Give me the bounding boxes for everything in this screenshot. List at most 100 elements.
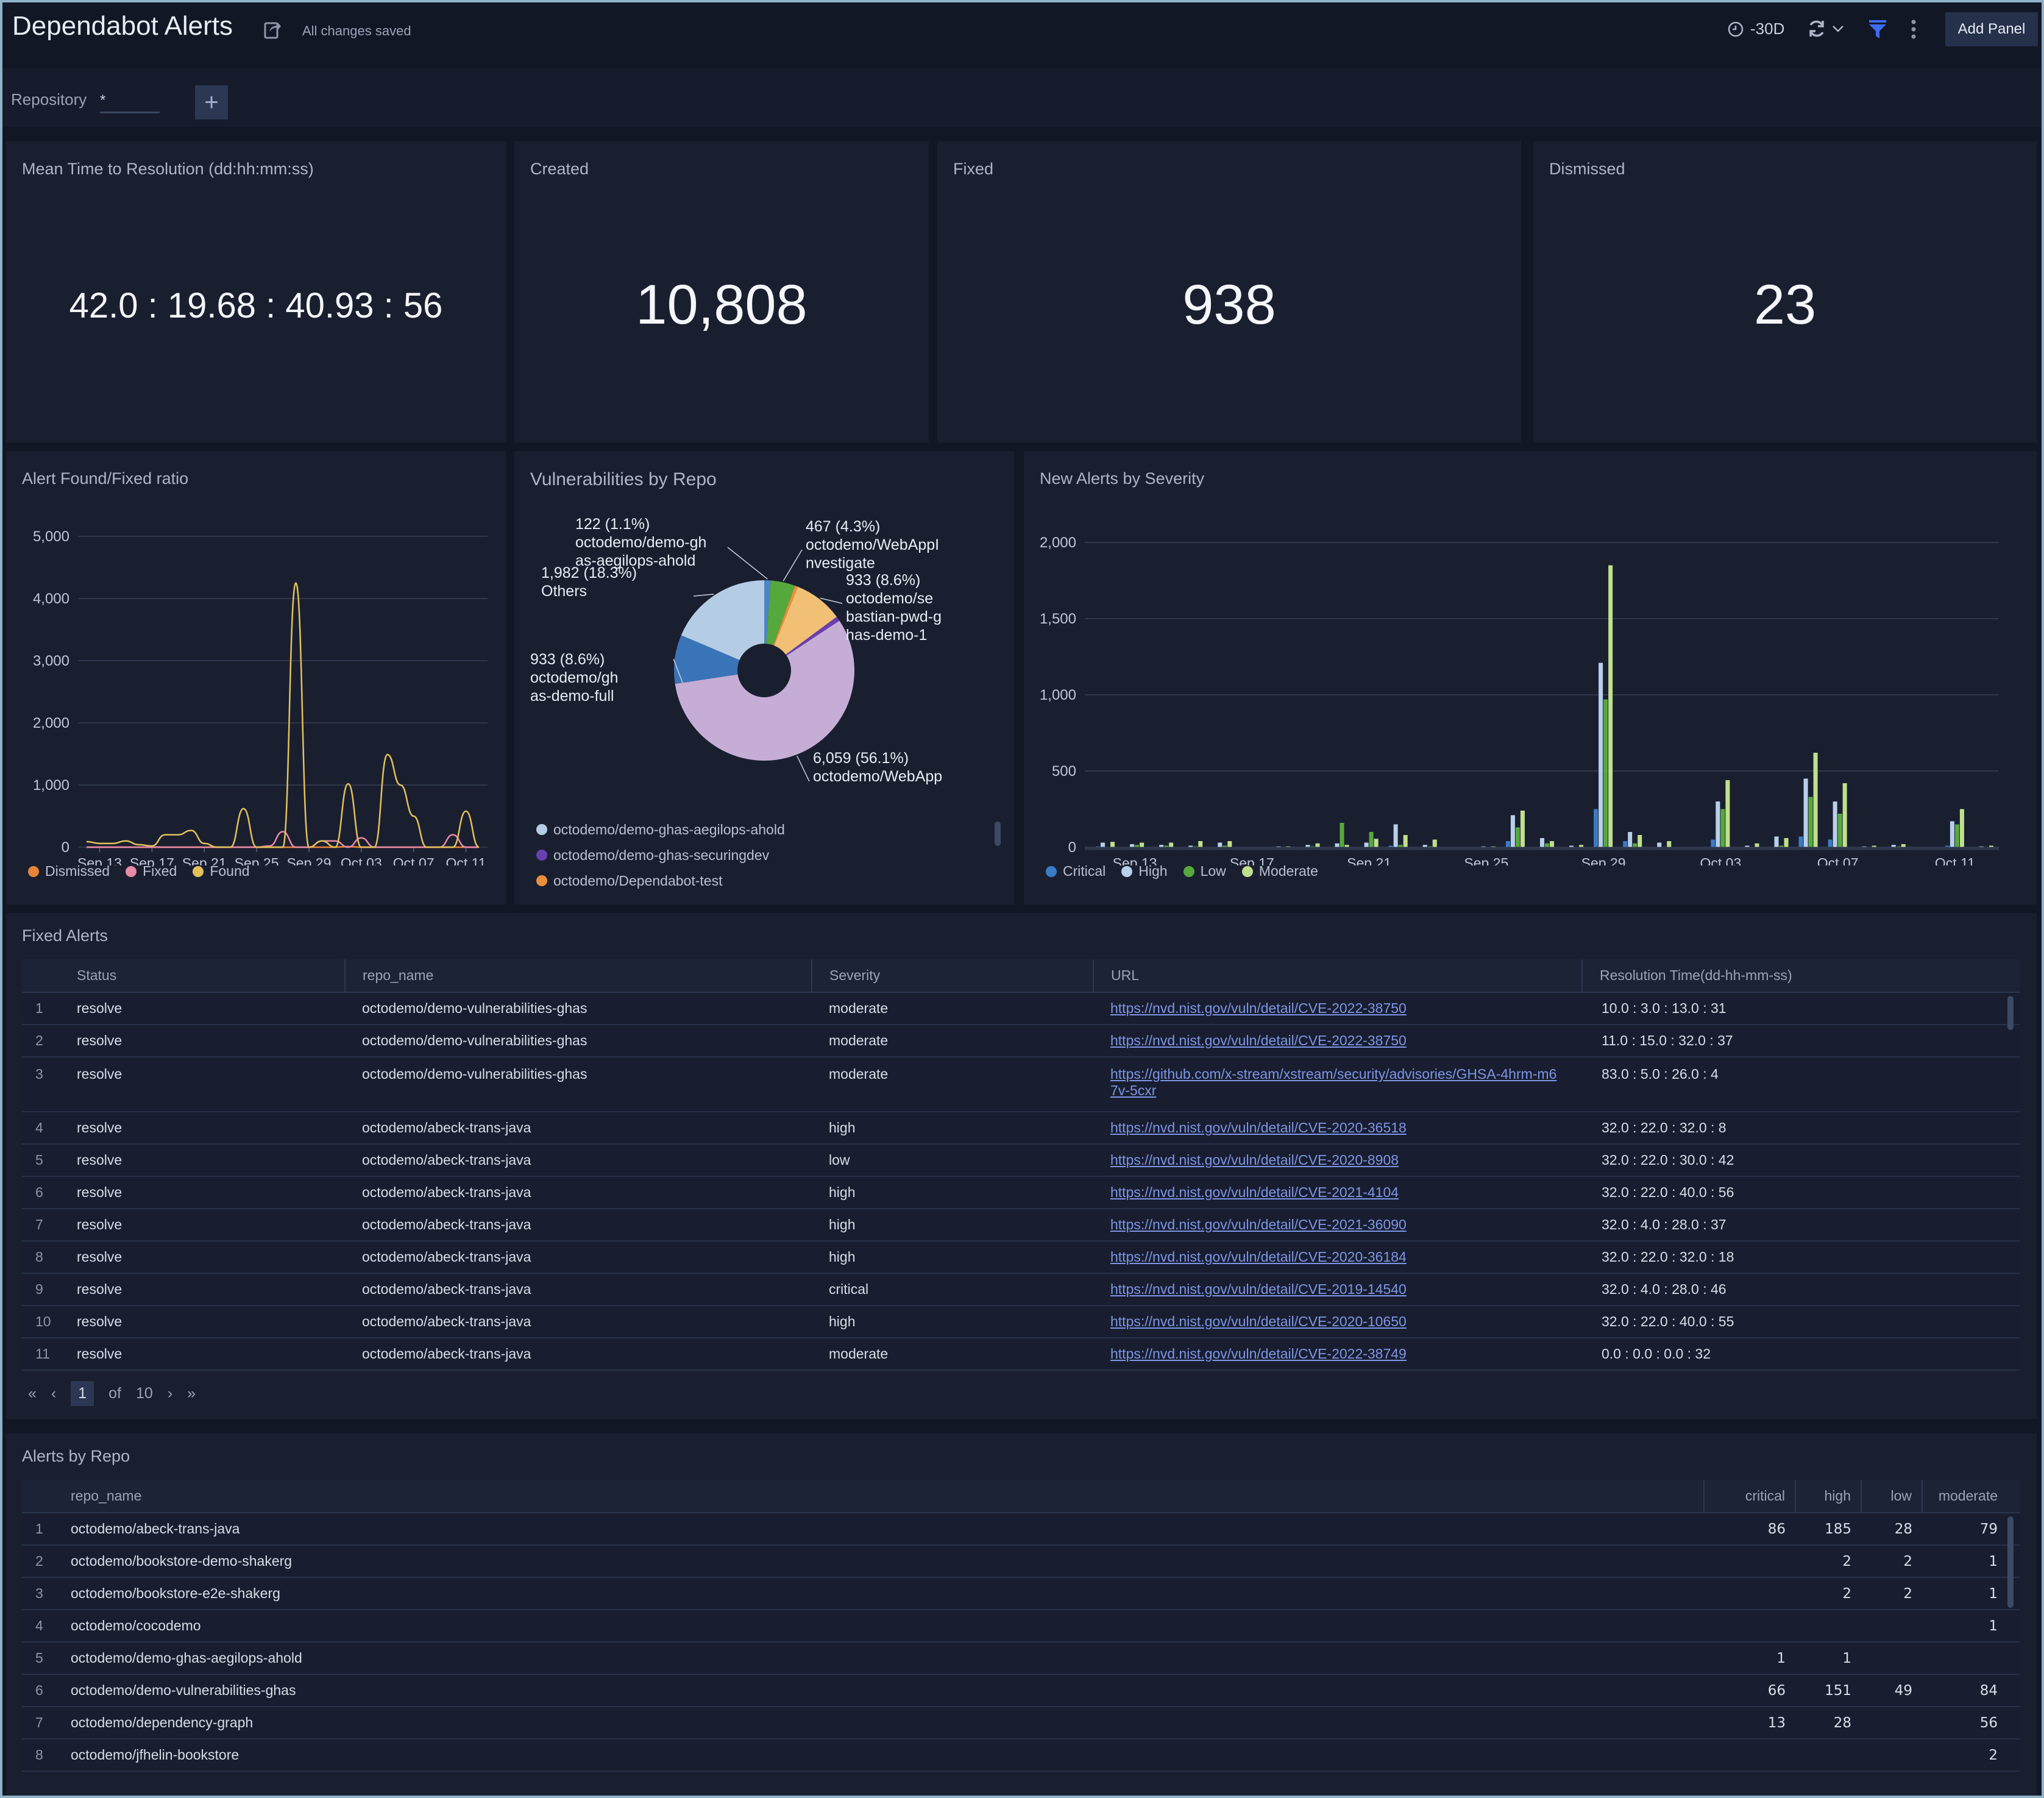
low-header[interactable]: low <box>1861 1480 1922 1513</box>
legend-item-critical[interactable]: Critical <box>1046 863 1105 879</box>
row-index: 2 <box>22 1545 71 1578</box>
cve-link[interactable]: https://nvd.nist.gov/vuln/detail/CVE-202… <box>1110 1032 1407 1049</box>
table-row[interactable]: 4 resolve octodemo/abeck-trans-java high htt… <box>22 1112 2020 1145</box>
bar-low <box>1515 827 1520 847</box>
table-row[interactable]: 1 octodemo/abeck-trans-java 86 185 28 79 <box>22 1513 2020 1546</box>
bar-high <box>1335 843 1340 847</box>
high-header[interactable]: high <box>1795 1480 1861 1513</box>
y-tick-label: 2,000 <box>1040 535 1076 551</box>
status-cell: resolve <box>71 992 345 1025</box>
repo-name-cell: octodemo/abeck-trans-java <box>345 1112 812 1145</box>
table-row[interactable]: 1 resolve octodemo/demo-vulnerabilities-gh… <box>22 992 2020 1025</box>
next-page-icon[interactable]: › <box>168 1385 172 1402</box>
legend-scrollbar[interactable] <box>995 822 1001 846</box>
status-header[interactable]: Status <box>71 959 345 993</box>
legend-item[interactable]: octodemo/Dependabot-test <box>536 868 785 894</box>
table-row[interactable]: 4 octodemo/cocodemo 1 <box>22 1610 2020 1643</box>
bar-moderate <box>1227 841 1232 847</box>
repository-filter-input[interactable] <box>100 89 160 113</box>
bar-moderate <box>1901 844 1906 847</box>
cve-link[interactable]: https://nvd.nist.gov/vuln/detail/CVE-202… <box>1110 1313 1407 1330</box>
moderate-header[interactable]: moderate <box>1922 1480 2020 1513</box>
status-cell: resolve <box>71 1176 345 1209</box>
first-page-icon[interactable]: « <box>28 1385 37 1402</box>
x-tick-label: Oct 03 <box>1700 855 1742 865</box>
filter-icon[interactable] <box>1868 20 1887 39</box>
last-page-icon[interactable]: » <box>187 1385 196 1402</box>
table-scrollbar[interactable] <box>2007 1516 2014 1608</box>
legend-item-fixed[interactable]: Fixed <box>126 863 177 879</box>
table-row[interactable]: 3 octodemo/bookstore-e2e-shakerg 2 2 1 <box>22 1577 2020 1610</box>
more-options-icon[interactable] <box>1910 18 1917 40</box>
bar-moderate <box>1315 843 1320 847</box>
cve-link[interactable]: https://nvd.nist.gov/vuln/detail/CVE-202… <box>1110 1346 1407 1362</box>
cve-link[interactable]: https://nvd.nist.gov/vuln/detail/CVE-202… <box>1110 1249 1407 1265</box>
cve-link[interactable]: https://nvd.nist.gov/vuln/detail/CVE-202… <box>1110 1217 1407 1233</box>
x-tick-label: Sep 29 <box>1581 855 1626 865</box>
resolution-time-cell: 10.0 : 3.0 : 13.0 : 31 <box>1582 992 2020 1025</box>
repository-filter-label: Repository <box>11 90 87 108</box>
table-row[interactable]: 7 octodemo/dependency-graph 13 28 56 <box>22 1707 2020 1739</box>
repo-name-header[interactable]: repo_name <box>71 1480 1704 1513</box>
repo-name-cell: octodemo/demo-vulnerabilities-ghas <box>345 992 812 1025</box>
table-row[interactable]: 6 octodemo/demo-vulnerabilities-ghas 66 151… <box>22 1674 2020 1707</box>
time-range-picker[interactable]: -30D <box>1727 20 1784 38</box>
table-row[interactable]: 10 resolve octodemo/abeck-trans-java high ht… <box>22 1306 2020 1338</box>
repo-name-header[interactable]: repo_name <box>344 959 812 993</box>
refresh-button[interactable] <box>1806 18 1844 39</box>
cve-link[interactable]: https://github.com/x-stream/xstream/secu… <box>1110 1066 1561 1099</box>
legend-item-low[interactable]: Low <box>1183 863 1226 879</box>
repo-name-cell: octodemo/demo-ghas-aegilops-ahold <box>71 1642 1704 1675</box>
table-row[interactable]: 6 resolve octodemo/abeck-trans-java high htt… <box>22 1176 2020 1209</box>
legend-item[interactable]: octodemo/demo-ghas-securingdev <box>536 842 785 868</box>
cve-link[interactable]: https://nvd.nist.gov/vuln/detail/CVE-201… <box>1110 1281 1407 1298</box>
table-row[interactable]: 3 resolve octodemo/demo-vulnerabilities-gh… <box>22 1057 2020 1112</box>
y-tick-label: 0 <box>1068 839 1076 856</box>
table-row[interactable]: 11 resolve octodemo/abeck-trans-java modera… <box>22 1338 2020 1371</box>
low-count: 28 <box>1861 1513 1922 1546</box>
bar-high <box>1305 845 1310 847</box>
slice-annotation: 122 (1.1%) <box>575 516 650 533</box>
panel-title: Mean Time to Resolution (dd:hh:mm:ss) <box>22 160 314 178</box>
cve-link[interactable]: https://nvd.nist.gov/vuln/detail/CVE-202… <box>1110 1184 1399 1201</box>
resolution-time-cell: 32.0 : 22.0 : 40.0 : 56 <box>1582 1176 2020 1209</box>
legend-item-found[interactable]: Found <box>193 863 250 879</box>
legend-item[interactable]: octodemo/demo-ghas-aegilops-ahold <box>536 817 785 842</box>
table-row[interactable]: 5 resolve octodemo/abeck-trans-java low http… <box>22 1144 2020 1177</box>
annotation-leader-line <box>797 755 810 782</box>
table-scrollbar[interactable] <box>2007 996 2014 1030</box>
table-row[interactable]: 5 octodemo/demo-ghas-aegilops-ahold 1 1 <box>22 1642 2020 1675</box>
critical-count: 66 <box>1704 1674 1795 1707</box>
status-cell: resolve <box>71 1273 345 1306</box>
table-row[interactable]: 9 resolve octodemo/abeck-trans-java critica… <box>22 1273 2020 1306</box>
resolution-time-cell: 32.0 : 22.0 : 32.0 : 18 <box>1582 1241 2020 1274</box>
time-range-value: -30D <box>1750 20 1785 38</box>
legend-item-dismissed[interactable]: Dismissed <box>28 863 110 879</box>
table-row[interactable]: 2 octodemo/bookstore-demo-shakerg 2 2 1 <box>22 1545 2020 1578</box>
fixed-alerts-panel: Fixed Alerts Status repo_name Severity U… <box>6 913 2037 1419</box>
legend-item-moderate[interactable]: Moderate <box>1241 863 1318 879</box>
legend-item-high[interactable]: High <box>1121 863 1168 879</box>
bar-high <box>1657 842 1662 847</box>
add-panel-button[interactable]: Add Panel <box>1945 12 2038 46</box>
previous-page-icon[interactable]: ‹ <box>51 1385 56 1402</box>
table-row[interactable]: 7 resolve octodemo/abeck-trans-java high htt… <box>22 1209 2020 1242</box>
table-row[interactable]: 8 resolve octodemo/abeck-trans-java high htt… <box>22 1241 2020 1274</box>
bar-moderate <box>1638 835 1642 847</box>
resolution-time-header[interactable]: Resolution Time(dd-hh-mm-ss) <box>1581 959 2020 993</box>
cve-link[interactable]: https://nvd.nist.gov/vuln/detail/CVE-202… <box>1110 1152 1399 1168</box>
y-tick-label: 3,000 <box>33 653 69 669</box>
table-row[interactable]: 2 resolve octodemo/demo-vulnerabilities-gh… <box>22 1025 2020 1057</box>
url-header[interactable]: URL <box>1093 959 1582 993</box>
cve-link[interactable]: https://nvd.nist.gov/vuln/detail/CVE-202… <box>1110 1000 1407 1017</box>
cve-link[interactable]: https://nvd.nist.gov/vuln/detail/CVE-202… <box>1110 1120 1407 1136</box>
critical-header[interactable]: critical <box>1703 1480 1795 1513</box>
current-page[interactable]: 1 <box>71 1381 94 1406</box>
table-row[interactable]: 8 octodemo/jfhelin-bookstore 2 <box>22 1739 2020 1772</box>
row-index: 5 <box>22 1642 71 1675</box>
add-filter-button[interactable]: + <box>195 85 228 119</box>
severity-header[interactable]: Severity <box>811 959 1093 993</box>
row-index: 10 <box>22 1306 71 1338</box>
share-icon[interactable] <box>263 20 282 39</box>
high-count: 2 <box>1795 1545 1861 1578</box>
